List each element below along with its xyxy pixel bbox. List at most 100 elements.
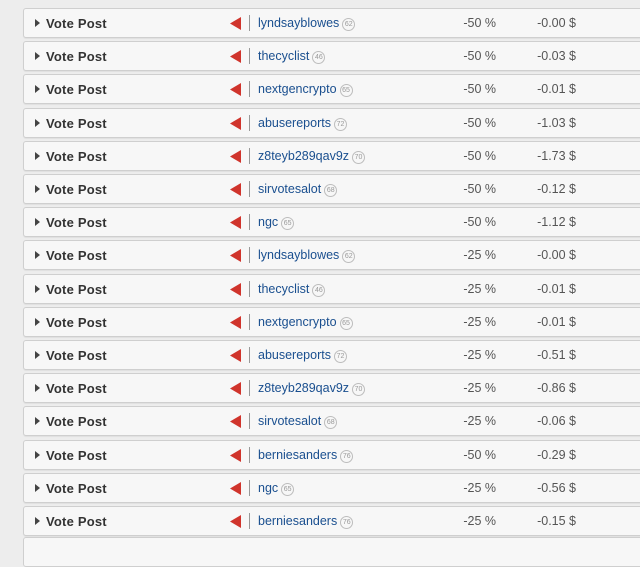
flag-icon [230, 282, 241, 296]
flag-icon [230, 249, 241, 263]
voter-link[interactable]: sirvotesalot 68 [258, 414, 338, 430]
voter-link[interactable]: abusereports 72 [258, 116, 347, 131]
vote-percent: -25 % [463, 281, 496, 296]
vote-row[interactable]: Vote Post nextgencrypto 65 -25 % -0.01 $ [23, 306, 640, 337]
vote-post-label[interactable]: Vote Post [46, 481, 107, 496]
vote-row[interactable]: Vote Post sirvotesalot 68 -50 % -0.12 $ [23, 174, 640, 204]
vote-post-label[interactable]: Vote Post [46, 514, 107, 529]
vote-row[interactable]: Vote Post ngc 65 -50 % -1.12 $ [23, 207, 640, 238]
expand-triangle-icon[interactable] [34, 17, 42, 29]
expand-triangle-icon[interactable] [34, 349, 42, 361]
vote-post-label[interactable]: Vote Post [46, 348, 107, 363]
expand-triangle-icon[interactable] [34, 183, 42, 195]
vote-row[interactable]: Vote Post thecyclist 46 -25 % -0.01 $ [23, 273, 640, 304]
voter-link[interactable]: ngc 65 [258, 481, 295, 496]
vote-amount: -0.56 $ [537, 480, 576, 495]
vote-row[interactable]: Vote Post sirvotesalot 68 -25 % -0.06 $ [23, 406, 640, 437]
vote-row[interactable]: Vote Post thecyclist 46 -50 % -0.03 $ [23, 41, 640, 72]
expand-triangle-icon[interactable] [34, 83, 42, 95]
vote-amount: -0.06 $ [537, 414, 576, 429]
expand-triangle-icon[interactable] [34, 117, 42, 129]
voter-link[interactable]: ngc 65 [258, 215, 295, 231]
voter-link[interactable]: z8teyb289qav9z 70 [258, 381, 366, 397]
vote-post-label[interactable]: Vote Post [46, 282, 107, 297]
voter-link[interactable]: sirvotesalot 68 [258, 182, 338, 197]
vote-post-label[interactable]: Vote Post [46, 448, 107, 463]
vote-amount: -0.00 $ [537, 16, 576, 30]
voter-link[interactable]: berniesanders 76 [258, 514, 354, 529]
reputation-badge: 70 [352, 383, 366, 397]
expand-triangle-icon[interactable] [34, 50, 42, 62]
expand-triangle-icon[interactable] [34, 150, 42, 162]
vote-post-label[interactable]: Vote Post [46, 182, 107, 197]
vote-percent: -50 % [463, 148, 496, 163]
vote-row[interactable]: Vote Post abusereports 72 -25 % -0.51 $ [23, 340, 640, 370]
expand-triangle-icon[interactable] [34, 283, 42, 295]
vote-row[interactable]: Vote Post lyndsayblowes 62 -25 % -0.00 $ [23, 240, 640, 271]
vote-post-label[interactable]: Vote Post [46, 116, 107, 131]
voter-link[interactable]: lyndsayblowes 62 [258, 248, 356, 264]
reputation-badge: 72 [333, 117, 347, 131]
reputation-badge: 68 [324, 416, 338, 430]
vote-post-label[interactable]: Vote Post [46, 215, 107, 230]
vote-amount: -1.03 $ [537, 115, 576, 130]
separator [249, 114, 250, 131]
vote-percent: -50 % [463, 82, 496, 97]
vote-percent: -25 % [463, 248, 496, 263]
vote-post-label[interactable]: Vote Post [46, 248, 107, 263]
voter-link[interactable]: thecyclist 46 [258, 282, 326, 297]
expand-triangle-icon[interactable] [34, 449, 42, 461]
vote-post-label[interactable]: Vote Post [46, 315, 107, 330]
flag-icon [230, 116, 241, 130]
reputation-badge: 76 [340, 449, 354, 463]
separator [249, 214, 250, 231]
voter-link[interactable]: lyndsayblowes 62 [258, 16, 356, 31]
vote-post-label[interactable]: Vote Post [46, 82, 107, 97]
vote-post-label[interactable]: Vote Post [46, 49, 107, 64]
vote-amount: -0.01 $ [537, 314, 576, 329]
vote-amount: -1.73 $ [537, 148, 576, 163]
flag-icon [230, 349, 241, 362]
vote-percent: -50 % [463, 16, 496, 30]
vote-post-label[interactable]: Vote Post [46, 414, 107, 429]
flag-icon [230, 83, 241, 97]
vote-amount: -0.03 $ [537, 49, 576, 64]
vote-row[interactable]: Vote Post ngc 65 -25 % -0.56 $ [23, 472, 640, 503]
reputation-badge: 46 [312, 51, 326, 65]
separator [249, 181, 250, 197]
vote-amount: -0.15 $ [537, 514, 576, 528]
flag-icon [230, 415, 241, 429]
voter-link[interactable]: abusereports 72 [258, 348, 347, 363]
expand-triangle-icon[interactable] [34, 415, 42, 427]
vote-post-label[interactable]: Vote Post [46, 149, 107, 164]
vote-row[interactable]: Vote Post nextgencrypto 65 -50 % -0.01 $ [23, 74, 640, 105]
flag-icon [230, 149, 241, 163]
flag-icon [230, 315, 241, 329]
expand-triangle-icon[interactable] [34, 316, 42, 328]
vote-post-label[interactable]: Vote Post [46, 381, 107, 396]
voter-link[interactable]: z8teyb289qav9z 70 [258, 149, 366, 164]
vote-row[interactable]: Vote Post berniesanders 76 -25 % -0.15 $ [23, 506, 640, 536]
expand-triangle-icon[interactable] [34, 382, 42, 394]
vote-post-label[interactable]: Vote Post [46, 16, 107, 31]
separator [249, 479, 250, 496]
vote-row[interactable]: Vote Post lyndsayblowes 62 -50 % -0.00 $ [23, 8, 640, 38]
expand-triangle-icon[interactable] [34, 515, 42, 527]
reputation-badge: 65 [281, 217, 295, 231]
vote-row[interactable]: Vote Post z8teyb289qav9z 70 -25 % -0.86 $ [23, 373, 640, 404]
vote-row[interactable]: Vote Post berniesanders 76 -50 % -0.29 $ [23, 439, 640, 470]
voter-link[interactable]: thecyclist 46 [258, 49, 326, 65]
reputation-badge: 65 [339, 316, 353, 330]
expand-triangle-icon[interactable] [34, 216, 42, 228]
expand-triangle-icon[interactable] [34, 249, 42, 261]
vote-percent: -25 % [463, 480, 496, 495]
vote-row[interactable]: Vote Post abusereports 72 -50 % -1.03 $ [23, 107, 640, 138]
reputation-badge: 62 [342, 250, 356, 264]
expand-triangle-icon[interactable] [34, 482, 42, 494]
vote-row[interactable]: Vote Post z8teyb289qav9z 70 -50 % -1.73 $ [23, 140, 640, 171]
voter-link[interactable]: nextgencrypto 65 [258, 315, 353, 330]
voter-link[interactable]: berniesanders 76 [258, 448, 354, 463]
reputation-badge: 76 [340, 516, 354, 529]
voter-link[interactable]: nextgencrypto 65 [258, 82, 353, 98]
flag-icon [230, 216, 241, 230]
